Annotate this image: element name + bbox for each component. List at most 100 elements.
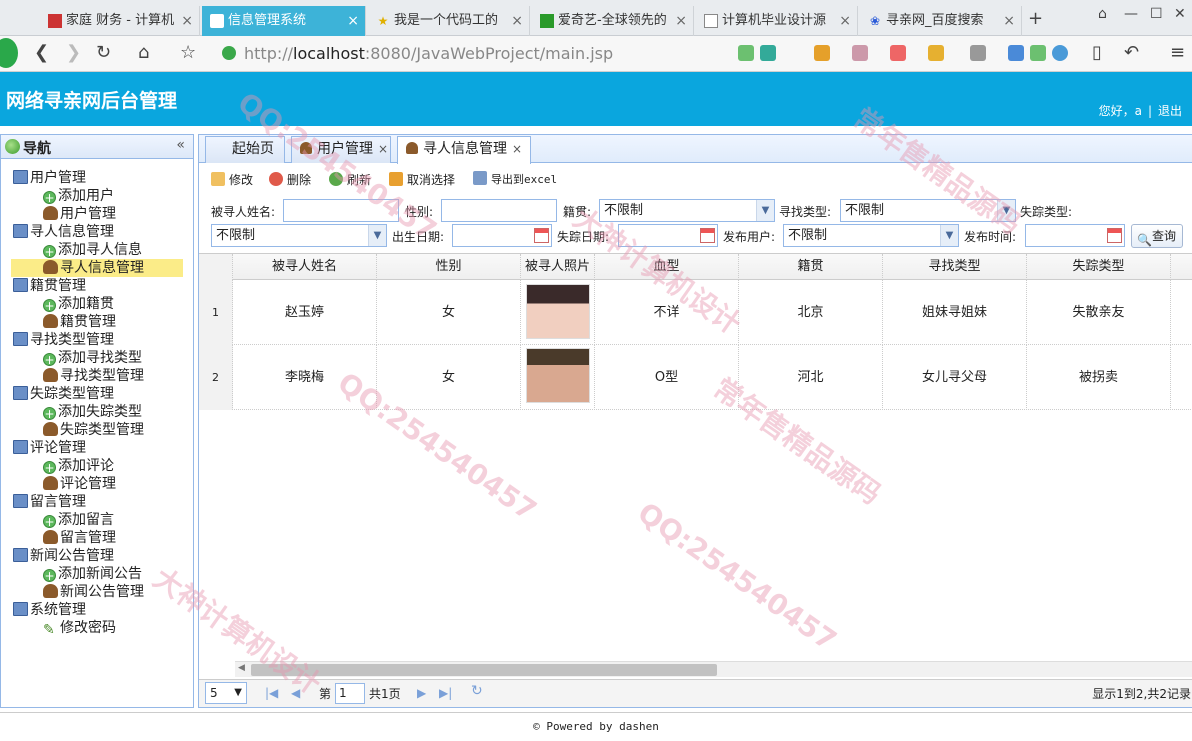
close-icon[interactable]: ×: [839, 6, 851, 36]
browser-tab[interactable]: ★ 我是一个代码工的 ×: [368, 6, 530, 36]
address-bar[interactable]: http://localhost:8080/JavaWebProject/mai…: [244, 41, 744, 67]
browser-tab[interactable]: 计算机毕业设计源 ×: [696, 6, 858, 36]
extension-icon[interactable]: [852, 45, 868, 61]
tab-user-management[interactable]: 用户管理 ×: [291, 136, 391, 163]
tree-item[interactable]: + 添加寻找类型: [43, 349, 142, 367]
tree-group[interactable]: −寻找类型管理: [13, 331, 114, 349]
tab-missing-person-management[interactable]: 寻人信息管理 ×: [397, 136, 531, 164]
extension-icon[interactable]: [760, 45, 776, 61]
tab-start-page[interactable]: 起始页: [205, 136, 285, 163]
tree-item[interactable]: 留言管理: [43, 529, 116, 547]
extension-icon[interactable]: [738, 45, 754, 61]
close-icon[interactable]: ×: [675, 6, 687, 36]
tree-group[interactable]: −用户管理: [13, 169, 86, 187]
native-select[interactable]: 不限制 ▼: [599, 199, 775, 222]
extension-icon[interactable]: [970, 45, 986, 61]
refresh-button[interactable]: 刷新: [329, 171, 371, 188]
edit-button[interactable]: 修改: [211, 171, 253, 188]
browser-tab-active[interactable]: 信息管理系统 ×: [202, 6, 366, 36]
publisher-select[interactable]: 不限制 ▼: [783, 224, 959, 247]
column-header[interactable]: 血型: [595, 254, 739, 280]
extension-icon[interactable]: [1008, 45, 1024, 61]
tree-item[interactable]: 用户管理: [43, 205, 116, 223]
browser-tab[interactable]: 家庭 财务 - 计算机 ×: [40, 6, 200, 36]
close-window-icon[interactable]: ✕: [1174, 6, 1186, 22]
publish-time-input[interactable]: [1025, 224, 1125, 247]
last-page-icon[interactable]: ▶|: [439, 686, 452, 700]
extension-icon[interactable]: [814, 45, 830, 61]
tree-group[interactable]: −籍贯管理: [13, 277, 86, 295]
column-header[interactable]: 寻找类型: [883, 254, 1027, 280]
column-header[interactable]: 性别: [377, 254, 521, 280]
tree-item[interactable]: ✎ 修改密码: [43, 619, 116, 637]
next-page-icon[interactable]: ▶: [417, 686, 426, 700]
calendar-icon[interactable]: [700, 228, 715, 243]
name-input[interactable]: [283, 199, 399, 222]
table-row[interactable]: 1 赵玉婷 女 不详 北京 姐妹寻姐妹 失散亲友: [199, 280, 1192, 345]
tree-item[interactable]: + 添加新闻公告: [43, 565, 142, 583]
tree-group[interactable]: −评论管理: [13, 439, 86, 457]
close-icon[interactable]: ×: [1003, 6, 1015, 36]
birth-date-input[interactable]: [452, 224, 552, 247]
close-icon[interactable]: ×: [511, 6, 523, 36]
tree-item[interactable]: + 添加籍贯: [43, 295, 114, 313]
back-icon[interactable]: ❮: [34, 42, 49, 63]
tree-item[interactable]: 评论管理: [43, 475, 116, 493]
tree-item[interactable]: 失踪类型管理: [43, 421, 144, 439]
bookmark-star-icon[interactable]: ☆: [180, 42, 196, 63]
forward-icon[interactable]: ❯: [66, 42, 81, 63]
tree-group[interactable]: −寻人信息管理: [13, 223, 114, 241]
column-header[interactable]: 籍贯: [739, 254, 883, 280]
tree-item[interactable]: 籍贯管理: [43, 313, 116, 331]
table-row[interactable]: 2 李晓梅 女 O型 河北 女儿寻父母 被拐卖: [199, 345, 1192, 410]
tree-item[interactable]: + 添加失踪类型: [43, 403, 142, 421]
lost-date-input[interactable]: [618, 224, 718, 247]
column-header[interactable]: 被寻人照片: [521, 254, 595, 280]
tree-group[interactable]: −新闻公告管理: [13, 547, 114, 565]
browser-tab[interactable]: 爱奇艺-全球领先的 ×: [532, 6, 694, 36]
home-icon[interactable]: ⌂: [138, 42, 149, 63]
calendar-icon[interactable]: [1107, 228, 1122, 243]
scrollbar-thumb[interactable]: [251, 664, 717, 676]
tree-group[interactable]: −留言管理: [13, 493, 86, 511]
delete-button[interactable]: 删除: [269, 171, 311, 188]
tree-item[interactable]: 寻人信息管理: [11, 259, 183, 277]
column-header[interactable]: 失踪类型: [1027, 254, 1171, 280]
tree-group[interactable]: −系统管理: [13, 601, 86, 619]
tree-group[interactable]: −失踪类型管理: [13, 385, 114, 403]
scroll-left-icon[interactable]: ◀: [238, 663, 245, 673]
undo-icon[interactable]: ↶: [1124, 42, 1139, 63]
reload-icon[interactable]: ↻: [471, 683, 483, 699]
find-type-select[interactable]: 不限制 ▼: [840, 199, 1016, 222]
sex-input[interactable]: [441, 199, 557, 222]
close-icon[interactable]: ×: [378, 142, 388, 156]
lost-type-select[interactable]: 不限制 ▼: [211, 224, 387, 247]
reload-icon[interactable]: ↻: [96, 42, 111, 63]
first-page-icon[interactable]: |◀: [265, 686, 278, 700]
column-header[interactable]: 被寻人姓名: [233, 254, 377, 280]
cancel-selection-button[interactable]: 取消选择: [389, 171, 455, 188]
page-number-input[interactable]: 1: [335, 683, 365, 704]
page-size-select[interactable]: 5 ▼: [205, 682, 247, 704]
close-icon[interactable]: ×: [512, 142, 522, 156]
tree-item[interactable]: 寻找类型管理: [43, 367, 144, 385]
close-icon[interactable]: ×: [181, 6, 193, 36]
logout-link[interactable]: 退出: [1158, 104, 1182, 118]
export-excel-button[interactable]: 导出到excel: [473, 171, 557, 187]
horizontal-scrollbar[interactable]: ◀: [235, 661, 1192, 677]
tree-item[interactable]: + 添加用户: [43, 187, 114, 205]
tree-item[interactable]: + 添加留言: [43, 511, 114, 529]
calendar-icon[interactable]: [534, 228, 549, 243]
extension-icon[interactable]: [928, 45, 944, 61]
tree-item[interactable]: + 添加评论: [43, 457, 114, 475]
menu-icon[interactable]: ≡: [1170, 42, 1185, 63]
browser-tab[interactable]: ❀ 寻亲网_百度搜索 ×: [860, 6, 1022, 36]
close-icon[interactable]: ×: [347, 6, 359, 36]
tree-item[interactable]: 新闻公告管理: [43, 583, 144, 601]
extension-icon[interactable]: [1030, 45, 1046, 61]
prev-page-icon[interactable]: ◀: [291, 686, 300, 700]
extension-icon[interactable]: [1052, 45, 1068, 61]
extension-icon[interactable]: [890, 45, 906, 61]
new-tab-button[interactable]: +: [1028, 8, 1043, 29]
tree-item[interactable]: + 添加寻人信息: [43, 241, 142, 259]
